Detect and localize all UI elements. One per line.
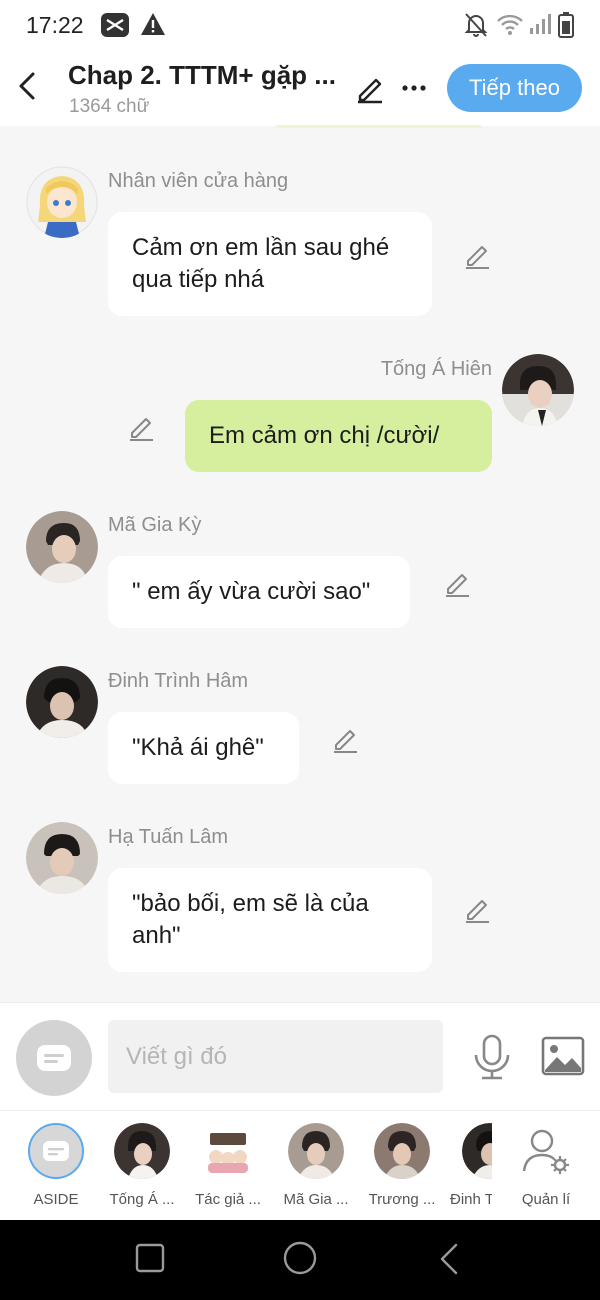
avatar[interactable]: [26, 822, 98, 894]
character-label: ASIDE: [33, 1191, 79, 1208]
aside-icon: [43, 1141, 69, 1161]
status-time: 17:22: [26, 12, 84, 38]
sender-name: Đinh Trình Hâm: [108, 670, 249, 692]
character-label: Quản lí: [521, 1191, 571, 1208]
message-input[interactable]: [108, 1020, 443, 1093]
sender-name: Mã Gia Kỳ: [108, 514, 202, 536]
avatar: [374, 1123, 430, 1179]
avatar: [462, 1123, 492, 1179]
avatar[interactable]: [26, 666, 98, 738]
edit-title-icon[interactable]: [354, 72, 386, 104]
warning-icon: [141, 13, 165, 35]
character-label: Trương ...: [368, 1191, 436, 1208]
chat-area[interactable]: Nhân viên cửa hàng Cảm ơn em lần sau ghé…: [0, 128, 600, 1002]
message-bubble[interactable]: Cảm ơn em lần sau ghé qua tiếp nhá: [108, 212, 432, 316]
character-label: Mã Gia ...: [283, 1191, 349, 1208]
word-count: 1364 chữ: [69, 96, 150, 117]
character-label: Tác giả ...: [195, 1191, 261, 1208]
system-nav-bar: [0, 1220, 600, 1300]
edit-message-icon[interactable]: [126, 412, 156, 442]
home-icon[interactable]: [282, 1240, 318, 1276]
battery-icon: [558, 12, 574, 38]
character-item[interactable]: Trương ...: [356, 1123, 448, 1215]
aside-icon: [37, 1045, 71, 1071]
more-options-icon[interactable]: [398, 72, 430, 104]
edit-message-icon[interactable]: [462, 240, 492, 270]
avatar: [114, 1123, 170, 1179]
avatar: [200, 1123, 256, 1179]
edit-message-icon[interactable]: [330, 724, 360, 754]
message-bubble[interactable]: " em ấy vừa cười sao": [108, 556, 410, 628]
sender-name: Hạ Tuấn Lâm: [108, 826, 229, 848]
character-item[interactable]: Đinh T: [444, 1123, 492, 1215]
character-bar: ASIDE Tống Á ... Tác giả ... Mã Gia ...: [0, 1110, 600, 1220]
avatar[interactable]: [26, 166, 98, 238]
edit-message-icon[interactable]: [462, 894, 492, 924]
chapter-title: Chap 2. TTTM+ gặp ...: [68, 60, 336, 90]
signal-icon: [530, 14, 551, 34]
back-nav-icon[interactable]: [436, 1242, 464, 1276]
avatar[interactable]: [26, 511, 98, 583]
character-label: Tống Á ...: [109, 1191, 175, 1208]
image-icon[interactable]: [540, 1035, 586, 1077]
bell-off-icon: [464, 13, 488, 37]
sender-name: Nhân viên cửa hàng: [108, 170, 289, 192]
character-item[interactable]: Tống Á ...: [96, 1123, 188, 1215]
character-item[interactable]: Tác giả ...: [182, 1123, 274, 1215]
message-bubble[interactable]: "bảo bối, em sẽ là của anh": [108, 868, 432, 972]
character-item[interactable]: Mã Gia ...: [270, 1123, 362, 1215]
avatar[interactable]: [502, 354, 574, 426]
microphone-icon[interactable]: [470, 1033, 514, 1081]
next-button[interactable]: Tiếp theo: [447, 64, 582, 112]
sender-name: Tống Á Hiên: [380, 358, 492, 380]
back-icon[interactable]: [12, 68, 42, 104]
recent-apps-icon[interactable]: [134, 1242, 166, 1274]
manage-user-icon: [522, 1129, 569, 1174]
composer-bar: [0, 1002, 600, 1110]
message-bubble[interactable]: Em cảm ơn chị /cười/: [185, 400, 492, 472]
avatar: [288, 1123, 344, 1179]
status-bar: 17:22: [0, 0, 600, 50]
aside-toggle-button[interactable]: [16, 1020, 92, 1096]
message-bubble[interactable]: "Khả ái ghê": [108, 712, 299, 784]
character-item-aside[interactable]: ASIDE: [10, 1123, 102, 1215]
capcut-icon: [101, 13, 129, 37]
edit-message-icon[interactable]: [442, 568, 472, 598]
character-label: Đinh T: [450, 1191, 492, 1208]
aside-avatar: [28, 1123, 84, 1179]
character-item-manage[interactable]: Quản lí: [500, 1123, 592, 1215]
header: Chap 2. TTTM+ gặp ... 1364 chữ Tiếp theo: [0, 50, 600, 126]
wifi-icon: [497, 14, 523, 35]
